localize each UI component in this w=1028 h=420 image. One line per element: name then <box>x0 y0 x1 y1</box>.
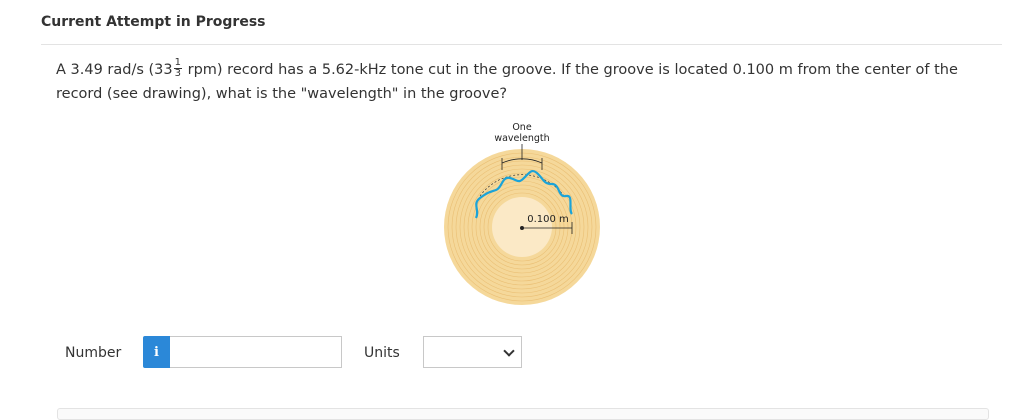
fraction-numerator: 1 <box>173 56 183 69</box>
number-label: Number <box>65 345 122 361</box>
number-input[interactable] <box>170 336 342 368</box>
header-divider <box>41 44 1002 45</box>
question-text-start: A 3.49 rad/s (33 <box>56 62 173 78</box>
attempt-status-title: Current Attempt in Progress <box>41 14 266 30</box>
info-icon-glyph: i <box>154 344 159 360</box>
units-select[interactable] <box>423 336 522 368</box>
info-icon[interactable]: i <box>143 336 170 368</box>
fraction-one-third: 13 <box>173 56 183 79</box>
chevron-down-icon <box>503 345 515 357</box>
units-label: Units <box>364 345 400 361</box>
record-diagram: One wavelength 0.100 m <box>440 118 610 308</box>
bottom-panel <box>57 408 989 420</box>
radius-label: 0.100 m <box>527 214 569 225</box>
question-text: A 3.49 rad/s (33 1 3 rpm) record has a 5.6… <box>56 56 996 106</box>
fraction-denominator: 3 <box>174 67 182 79</box>
question-text-end: rpm) record has a 5.62-kHz tone cut in t… <box>56 62 958 102</box>
question-page: Current Attempt in Progress A 3.49 rad/s… <box>0 0 1028 420</box>
record-diagram-svg: One wavelength 0.100 m <box>444 122 600 305</box>
one-wavelength-label-line1: One <box>512 122 531 133</box>
answer-row: Number i Units <box>0 334 1028 374</box>
one-wavelength-label-line2: wavelength <box>494 133 549 144</box>
